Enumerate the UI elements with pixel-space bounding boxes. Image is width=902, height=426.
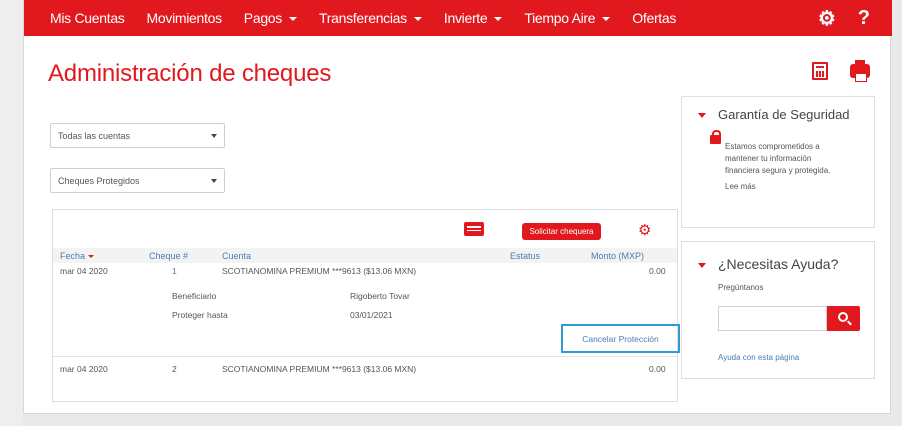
nav-item-invierte[interactable]: Invierte (444, 10, 503, 26)
nav-item-label: Ofertas (632, 10, 677, 26)
collapse-triangle-icon[interactable] (698, 113, 706, 118)
row-1-cuenta: SCOTIANOMINA PREMIUM ***9613 ($13.06 MXN… (222, 266, 417, 276)
navbar-actions: ⚙ ? (818, 0, 892, 36)
column-header-fecha[interactable]: Fecha (60, 251, 95, 261)
detail-label-beneficiario: Beneficiario (172, 291, 217, 301)
security-text-line-3: financiera segura y protegida. (725, 166, 831, 175)
cancel-protection-highlight: Cancelar Protección (561, 324, 680, 353)
page-help-link[interactable]: Ayuda con esta página (718, 353, 799, 362)
column-header-cheque[interactable]: Cheque # (149, 251, 188, 261)
security-text-line-2: mantener tu información (725, 154, 812, 163)
settings-gear-icon[interactable]: ⚙ (638, 221, 651, 239)
help-title: ¿Necesitas Ayuda? (718, 256, 839, 272)
nav-item-label: Pagos (243, 10, 283, 26)
top-navbar: Mis Cuentas Movimientos Pagos Transferen… (24, 0, 892, 36)
nav-item-label: Movimientos (146, 10, 223, 26)
nav-item-tiempo-aire[interactable]: Tiempo Aire (524, 10, 611, 26)
detail-label-proteger-hasta: Proteger hasta (172, 310, 228, 320)
check-type-select[interactable]: Cheques Protegidos (50, 168, 225, 193)
nav-item-transferencias[interactable]: Transferencias (319, 10, 422, 26)
page-margin (0, 0, 23, 426)
chevron-down-icon (413, 17, 422, 21)
security-box: Garantía de Seguridad Estamos comprometi… (681, 96, 875, 228)
security-title: Garantía de Seguridad (718, 107, 850, 122)
search-icon-handle (847, 320, 852, 326)
row-2-cuenta: SCOTIANOMINA PREMIUM ***9613 ($13.06 MXN… (222, 364, 417, 374)
cancel-protection-link[interactable]: Cancelar Protección (582, 334, 659, 344)
chevron-down-icon (211, 134, 217, 138)
sort-down-icon (88, 255, 95, 259)
row-1-fecha: mar 04 2020 (60, 266, 108, 276)
nav-item-pagos[interactable]: Pagos (244, 10, 297, 26)
help-box: ¿Necesitas Ayuda? Pregúntanos Ayuda con … (681, 241, 875, 379)
print-icon[interactable] (850, 60, 870, 82)
security-text-line-1: Estamos comprometidos a (725, 142, 820, 151)
checkbook-icon[interactable] (464, 222, 484, 236)
collapse-triangle-icon[interactable] (698, 263, 706, 268)
nav-item-label: Transferencias (319, 10, 407, 26)
chevron-down-icon (211, 179, 217, 183)
help-search-input[interactable] (718, 306, 827, 331)
row-2-cheque: 2 (172, 364, 177, 374)
nav-item-label: Mis Cuentas (50, 10, 125, 26)
nav-item-movimientos[interactable]: Movimientos (146, 10, 223, 26)
help-label: Pregúntanos (718, 283, 764, 292)
request-checkbook-button[interactable]: Solicitar chequera (522, 223, 601, 240)
nav-item-mis-cuentas[interactable]: Mis Cuentas (50, 10, 125, 26)
nav-item-ofertas[interactable]: Ofertas (632, 10, 676, 26)
column-header-estatus[interactable]: Estatus (510, 251, 540, 261)
account-select-value: Todas las cuentas (58, 131, 131, 141)
column-header-cuenta[interactable]: Cuenta (222, 251, 251, 261)
chevron-down-icon (289, 17, 297, 21)
table-header: Fecha Cheque # Cuenta Estatus Monto (MXP… (53, 248, 677, 263)
help-search-button[interactable] (827, 306, 860, 331)
row-1-monto: 0.00 (649, 266, 666, 276)
page-title: Administración de cheques (48, 60, 332, 87)
calculator-icon[interactable] (812, 62, 828, 80)
row-2-fecha: mar 04 2020 (60, 364, 108, 374)
read-more-link[interactable]: Lee más (725, 181, 756, 193)
column-header-monto[interactable]: Monto (MXP) (591, 251, 644, 261)
row-2-monto: 0.00 (649, 364, 666, 374)
nav-item-label: Tiempo Aire (524, 10, 596, 26)
lock-icon (710, 130, 721, 144)
chevron-down-icon (494, 17, 503, 21)
check-type-select-value: Cheques Protegidos (58, 176, 140, 186)
detail-value-proteger-hasta: 03/01/2021 (350, 310, 393, 320)
account-select[interactable]: Todas las cuentas (50, 123, 225, 148)
help-icon[interactable]: ? (858, 7, 870, 30)
detail-value-beneficiario: Rigoberto Tovar (350, 291, 410, 301)
checks-panel: Solicitar chequera ⚙ Fecha Cheque # Cuen… (52, 209, 680, 402)
row-1-cheque-link[interactable]: 1 (172, 266, 177, 276)
main-card: Mis Cuentas Movimientos Pagos Transferen… (23, 0, 892, 414)
nav-item-label: Invierte (443, 10, 488, 26)
row-divider (53, 356, 677, 357)
column-header-label: Fecha (60, 251, 86, 261)
chevron-down-icon (602, 17, 611, 21)
gear-icon[interactable]: ⚙ (818, 6, 836, 31)
